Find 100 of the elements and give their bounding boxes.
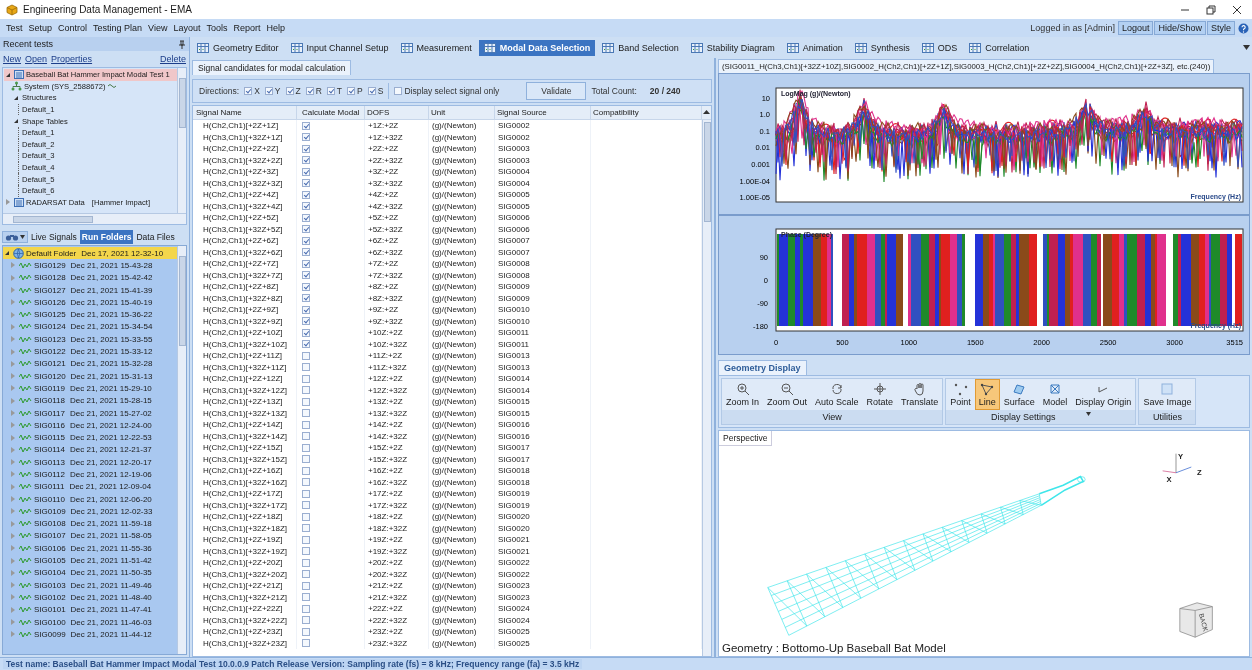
menu-item[interactable]: Control — [55, 23, 91, 33]
checkbox[interactable] — [326, 87, 335, 95]
checkbox[interactable] — [305, 87, 314, 95]
menu-item[interactable]: Report — [230, 23, 264, 33]
checkbox[interactable] — [302, 121, 310, 130]
collapse-arrow-icon[interactable] — [12, 94, 20, 102]
tab[interactable]: Measurement — [395, 39, 477, 56]
header-button[interactable]: Logout — [1117, 21, 1154, 35]
ribbon-button[interactable]: Zoom Out — [763, 379, 812, 410]
checkbox[interactable] — [302, 351, 310, 360]
tree-item[interactable]: SIG0118 Dec 21, 2021 15-28-15 — [9, 394, 177, 407]
checkbox[interactable] — [302, 133, 310, 142]
column-header[interactable]: Signal Source — [495, 106, 591, 119]
tab[interactable]: Input Channel Setup — [285, 39, 394, 56]
checkbox[interactable] — [302, 271, 310, 280]
checkbox[interactable] — [302, 179, 310, 188]
tree-item[interactable]: SIG0119 Dec 21, 2021 15-29-10 — [9, 382, 177, 395]
checkbox[interactable] — [302, 639, 310, 648]
checkbox[interactable] — [302, 558, 310, 567]
tree-item[interactable]: SIG0101 Dec 21, 2021 11-47-41 — [9, 603, 177, 616]
tree-item[interactable]: SIG0100 Dec 21, 2021 11-46-03 — [9, 615, 177, 629]
tree-item[interactable]: SIG0121 Dec 21, 2021 15-32-28 — [9, 357, 177, 370]
tab[interactable]: Live Signals — [29, 230, 79, 244]
tree-item[interactable]: SIG0114 Dec 21, 2021 12-21-37 — [9, 443, 177, 457]
tree-item[interactable]: SIG0127 Dec 21, 2021 15-41-39 — [9, 283, 177, 297]
column-header[interactable]: DOFS — [365, 106, 429, 119]
checkbox[interactable] — [302, 236, 310, 245]
checkbox[interactable] — [302, 374, 310, 383]
tab[interactable]: Animation — [781, 39, 848, 56]
tree-item[interactable]: SIG0102 Dec 21, 2021 11-48-40 — [9, 591, 177, 604]
checkbox[interactable] — [302, 144, 310, 153]
help-icon[interactable] — [1238, 22, 1249, 34]
ribbon-button[interactable]: Point — [946, 379, 975, 410]
checkbox[interactable] — [302, 259, 310, 268]
checkbox[interactable] — [302, 570, 310, 579]
checkbox[interactable] — [302, 363, 310, 372]
collapse-arrow-icon[interactable] — [12, 117, 20, 126]
tree-item[interactable]: SIG0125 Dec 21, 2021 15-36-22 — [9, 308, 177, 321]
validate-button[interactable]: Validate — [526, 82, 587, 100]
checkbox[interactable] — [302, 581, 310, 590]
tab[interactable]: Correlation — [964, 39, 1035, 56]
link[interactable]: New — [3, 54, 21, 64]
tab[interactable]: Signal candidates for modal calculation — [192, 60, 352, 75]
checkbox[interactable] — [302, 420, 310, 429]
checkbox[interactable] — [302, 317, 310, 326]
checkbox[interactable] — [302, 248, 310, 257]
checkbox[interactable] — [302, 535, 310, 544]
menu-item[interactable]: Testing Plan — [90, 23, 146, 33]
scrollbar[interactable] — [177, 68, 186, 213]
checkbox[interactable] — [302, 616, 310, 625]
tree-item[interactable]: SIG0116 Dec 21, 2021 12-24-00 — [9, 419, 177, 432]
checkbox[interactable] — [264, 87, 273, 95]
link[interactable]: Open — [25, 54, 48, 64]
checkbox[interactable] — [302, 213, 310, 222]
tree-item[interactable]: SIG0110 Dec 21, 2021 12-06-20 — [9, 492, 177, 506]
checkbox[interactable] — [367, 87, 376, 95]
tree-item[interactable]: SIG0129 Dec 21, 2021 15-43-28 — [9, 259, 177, 272]
tree-item[interactable]: SIG0105 Dec 21, 2021 11-51-42 — [9, 554, 177, 567]
collapse-arrow-icon[interactable] — [3, 249, 11, 258]
checkbox[interactable] — [302, 593, 310, 602]
tree-item[interactable]: SIG0123 Dec 21, 2021 15-33-55 — [9, 333, 177, 346]
checkbox[interactable] — [302, 524, 310, 533]
menu-item[interactable]: View — [145, 23, 171, 33]
checkbox[interactable] — [302, 397, 310, 406]
tab[interactable]: Modal Data Selection — [478, 39, 596, 56]
tab[interactable]: Data Files — [134, 230, 177, 244]
scrollbar[interactable] — [3, 213, 186, 224]
checkbox[interactable] — [302, 512, 310, 521]
ribbon-button[interactable]: Display Origin — [1071, 379, 1136, 410]
checkbox[interactable] — [302, 225, 310, 234]
tab[interactable]: Synthesis — [849, 39, 915, 56]
menu-item[interactable]: Tools — [203, 23, 231, 33]
checkbox[interactable] — [302, 294, 310, 303]
tree-item[interactable]: SIG0126 Dec 21, 2021 15-40-19 — [9, 296, 177, 309]
ribbon-button[interactable]: Surface — [999, 379, 1039, 410]
ribbon-button[interactable]: Translate — [897, 379, 943, 410]
tree-item[interactable]: SIG0106 Dec 21, 2021 11-55-36 — [9, 542, 177, 555]
ribbon-button[interactable]: Rotate — [862, 379, 898, 410]
tab[interactable]: Band Selection — [597, 39, 684, 56]
binoculars-button[interactable] — [2, 231, 28, 243]
tree-item[interactable]: SIG0120 Dec 21, 2021 15-31-13 — [9, 369, 177, 383]
checkbox[interactable] — [302, 604, 310, 613]
link[interactable]: Properties — [51, 54, 93, 64]
tree-item[interactable]: SIG0128 Dec 21, 2021 15-42-42 — [9, 271, 177, 284]
checkbox[interactable] — [285, 87, 294, 95]
tree-item[interactable]: SIG0103 Dec 21, 2021 11-49-46 — [9, 579, 177, 592]
checkbox[interactable] — [302, 167, 310, 176]
ribbon-button[interactable]: Save Image — [1139, 379, 1196, 410]
checkbox[interactable] — [302, 409, 310, 418]
checkbox[interactable] — [302, 489, 310, 498]
tab[interactable]: Stability Diagram — [685, 39, 780, 56]
checkbox[interactable] — [347, 87, 356, 95]
tree-item[interactable]: SIG0117 Dec 21, 2021 15-27-02 — [9, 406, 177, 420]
tree-item[interactable]: SIG0108 Dec 21, 2021 11-59-18 — [9, 517, 177, 530]
tree-item[interactable]: SIG0109 Dec 21, 2021 12-02-33 — [9, 505, 177, 518]
checkbox[interactable] — [302, 443, 310, 452]
checkbox[interactable] — [302, 501, 310, 510]
link[interactable]: Delete — [160, 54, 186, 64]
ribbon-button[interactable]: Line — [974, 379, 1000, 410]
checkbox[interactable] — [302, 202, 310, 211]
